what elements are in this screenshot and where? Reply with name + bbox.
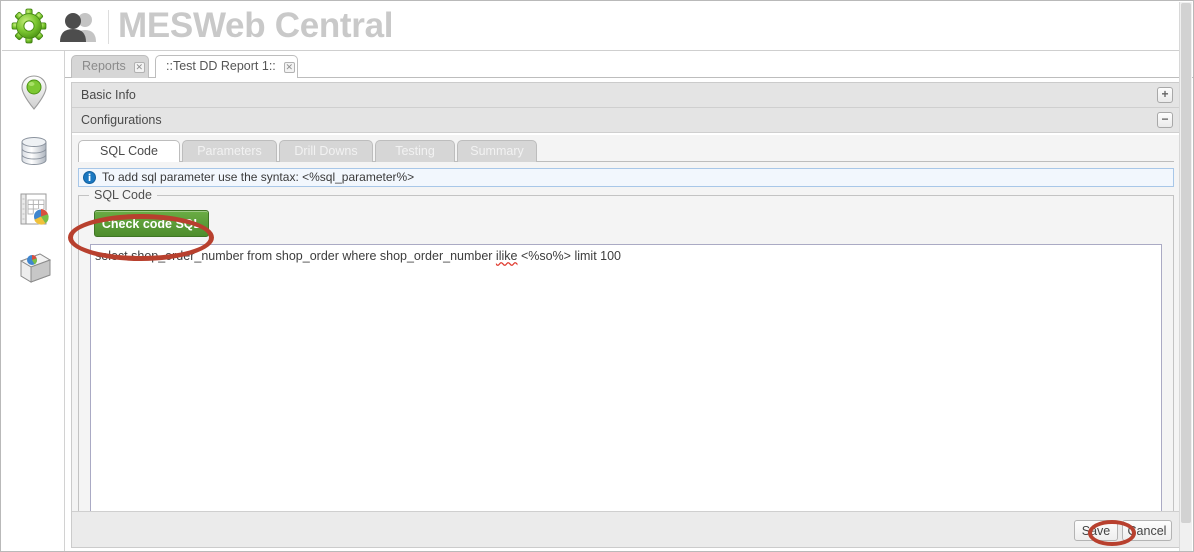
save-button-label: Save xyxy=(1081,523,1111,538)
info-icon xyxy=(83,171,96,184)
panel-header-basic-info[interactable]: Basic Info + xyxy=(72,83,1180,108)
tab-parameters-label: Parameters xyxy=(197,144,262,158)
report-chart-icon xyxy=(17,192,51,229)
tab-test-dd-report-1-label: ::Test DD Report 1:: xyxy=(166,59,276,73)
map-pin-icon xyxy=(20,74,48,114)
document-tab-bar: Reports ✕ ::Test DD Report 1:: ✕ xyxy=(65,51,1193,78)
application-window: MESWeb Central Reports ✕::Test DD Repor… xyxy=(0,0,1194,552)
tab-drill-downs[interactable]: Drill Downs xyxy=(279,140,373,162)
panel-footer: Save Cancel xyxy=(72,511,1180,547)
sidebar-item-reports[interactable] xyxy=(2,181,65,239)
app-header: MESWeb Central xyxy=(2,2,1188,51)
sidebar xyxy=(2,51,65,551)
tab-testing-label: Testing xyxy=(395,144,435,158)
sql-text-prefix: select shop_order_number from shop_order… xyxy=(95,249,496,263)
accordion-panel: Basic Info + Configurations − SQL Code P… xyxy=(71,82,1181,548)
check-code-sql-button[interactable]: Check code SQL xyxy=(94,210,209,237)
people-group-icon xyxy=(54,9,102,43)
cancel-button-label: Cancel xyxy=(1127,523,1167,538)
panel-header-configurations-label: Configurations xyxy=(81,113,162,127)
sql-code-fieldset: SQL Code Check code SQL select shop_orde… xyxy=(78,188,1174,533)
close-icon[interactable]: ✕ xyxy=(133,61,145,73)
check-code-sql-label: Check code SQL xyxy=(101,216,202,231)
report-stack-icon xyxy=(16,251,52,286)
sql-code-legend: SQL Code xyxy=(89,188,157,203)
tab-summary[interactable]: Summary xyxy=(457,140,537,162)
close-icon[interactable]: ✕ xyxy=(283,61,295,73)
configurations-content: SQL Code Parameters Drill Downs Testing … xyxy=(72,135,1180,547)
vertical-scrollbar[interactable] xyxy=(1179,2,1192,551)
page-title: MESWeb Central xyxy=(118,6,394,45)
sql-text-misspelled: ilike xyxy=(495,249,518,263)
plus-icon[interactable]: + xyxy=(1157,87,1173,103)
header-divider xyxy=(108,10,109,44)
database-icon xyxy=(18,135,50,170)
scrollbar-thumb[interactable] xyxy=(1181,3,1191,523)
tab-parameters[interactable]: Parameters xyxy=(182,140,277,162)
main-region: Reports ✕ ::Test DD Report 1:: ✕ Basic I… xyxy=(65,51,1193,551)
info-banner: To add sql parameter use the syntax: <%s… xyxy=(78,168,1174,187)
panel-header-configurations[interactable]: Configurations − xyxy=(72,108,1180,133)
tab-testing[interactable]: Testing xyxy=(375,140,455,162)
tab-sql-code[interactable]: SQL Code xyxy=(78,140,180,162)
tab-sql-code-label: SQL Code xyxy=(100,144,158,158)
tab-drill-downs-label: Drill Downs xyxy=(294,144,358,158)
gear-icon xyxy=(10,7,48,45)
cancel-button[interactable]: Cancel xyxy=(1122,520,1172,541)
sql-code-text: select shop_order_number from shop_order… xyxy=(95,248,1161,264)
tab-summary-label: Summary xyxy=(470,144,524,158)
tab-test-dd-report-1[interactable]: ::Test DD Report 1:: ✕ xyxy=(155,55,298,78)
sidebar-item-report-library[interactable] xyxy=(2,239,65,297)
tab-reports-label: Reports xyxy=(82,59,126,73)
sidebar-item-datasources[interactable] xyxy=(2,123,65,181)
configuration-tab-bar: SQL Code Parameters Drill Downs Testing … xyxy=(78,140,1174,162)
tab-reports[interactable]: Reports ✕ xyxy=(71,55,149,78)
minus-icon[interactable]: − xyxy=(1157,112,1173,128)
panel-header-basic-info-label: Basic Info xyxy=(81,88,136,102)
sidebar-item-locations[interactable] xyxy=(2,65,65,123)
sql-code-input[interactable]: select shop_order_number from shop_order… xyxy=(90,244,1162,519)
save-button[interactable]: Save xyxy=(1074,520,1118,541)
info-banner-text: To add sql parameter use the syntax: <%s… xyxy=(102,170,415,184)
sql-text-suffix: <%so%> limit 100 xyxy=(517,249,621,263)
